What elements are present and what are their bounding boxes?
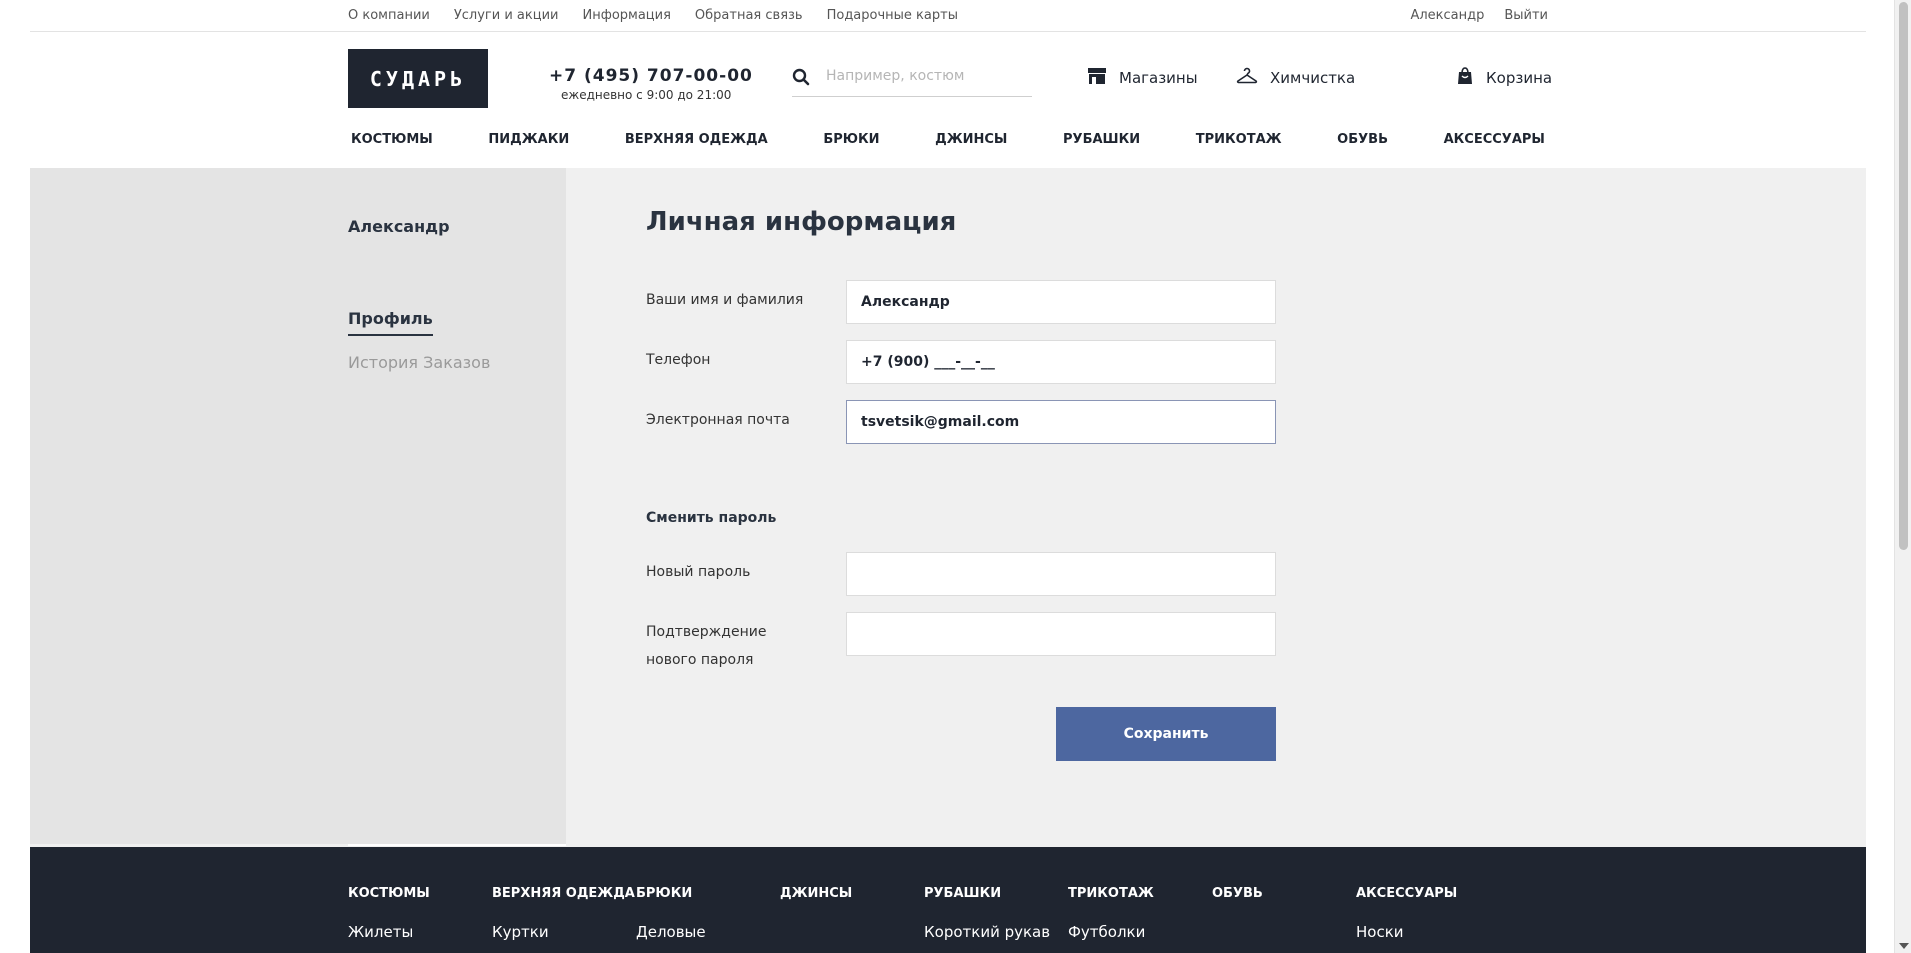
footer-heading[interactable]: ТРИКОТАЖ: [1068, 886, 1154, 901]
phone-label: Телефон: [646, 352, 711, 368]
footer-heading[interactable]: ОБУВЬ: [1212, 886, 1263, 901]
nav-item-jackets[interactable]: ПИДЖАКИ: [488, 132, 569, 147]
top-link-user[interactable]: Александр: [1410, 8, 1484, 23]
top-link-feedback[interactable]: Обратная связь: [695, 8, 803, 23]
header-hours: ежедневно с 9:00 до 21:00: [561, 88, 732, 102]
scrollbar-thumb[interactable]: [1899, 2, 1908, 550]
nav-item-shoes[interactable]: ОБУВЬ: [1337, 132, 1388, 147]
sidebar-underline: [348, 844, 566, 846]
phone-field[interactable]: [846, 340, 1276, 384]
page-title: Личная информация: [646, 207, 957, 237]
header-search: [792, 62, 1032, 97]
save-button[interactable]: Сохранить: [1056, 707, 1276, 761]
top-link-info[interactable]: Информация: [582, 8, 670, 23]
logout-link[interactable]: Выйти: [1504, 8, 1548, 23]
nav-item-shirts[interactable]: РУБАШКИ: [1063, 132, 1140, 147]
footer-link[interactable]: Жилеты: [348, 923, 430, 941]
stores-label: Магазины: [1119, 69, 1198, 87]
bag-icon: [1456, 67, 1474, 89]
footer-column-outerwear: ВЕРХНЯЯ ОДЕЖДА Куртки: [492, 886, 635, 941]
name-field[interactable]: [846, 280, 1276, 324]
footer-heading[interactable]: КОСТЮМЫ: [348, 886, 430, 901]
new-password-label: Новый пароль: [646, 564, 751, 580]
footer-link[interactable]: Короткий рукав: [924, 923, 1050, 941]
footer-column-shoes: ОБУВЬ: [1212, 886, 1263, 923]
account-sidebar: Александр Профиль История Заказов: [30, 168, 566, 844]
nav-item-trousers[interactable]: БРЮКИ: [823, 132, 879, 147]
footer-heading[interactable]: ВЕРХНЯЯ ОДЕЖДА: [492, 886, 635, 901]
footer-link[interactable]: Футболки: [1068, 923, 1154, 941]
footer-heading[interactable]: РУБАШКИ: [924, 886, 1050, 901]
nav-item-accessories[interactable]: АКСЕССУАРЫ: [1444, 132, 1545, 147]
top-link-gift-cards[interactable]: Подарочные карты: [827, 8, 958, 23]
name-label: Ваши имя и фамилия: [646, 292, 804, 308]
search-input[interactable]: [826, 64, 1026, 88]
nav-item-suits[interactable]: КОСТЮМЫ: [351, 132, 433, 147]
footer-heading[interactable]: БРЮКИ: [636, 886, 706, 901]
footer-heading[interactable]: ДЖИНСЫ: [780, 886, 852, 901]
sidebar-item-order-history[interactable]: История Заказов: [348, 353, 490, 372]
top-links-left: О компании Услуги и акции Информация Обр…: [348, 8, 958, 23]
vertical-scrollbar[interactable]: [1894, 0, 1911, 953]
nav-item-jeans[interactable]: ДЖИНСЫ: [935, 132, 1007, 147]
footer-link[interactable]: Носки: [1356, 923, 1457, 941]
footer-column-knitwear: ТРИКОТАЖ Футболки: [1068, 886, 1154, 941]
site-logo[interactable]: СУДАРЬ: [348, 49, 488, 108]
footer-heading[interactable]: АКСЕССУАРЫ: [1356, 886, 1457, 901]
footer-column-suits: КОСТЮМЫ Жилеты: [348, 886, 430, 941]
footer-link[interactable]: Деловые: [636, 923, 706, 941]
search-icon[interactable]: [792, 68, 810, 90]
confirm-password-field[interactable]: [846, 612, 1276, 656]
sidebar-item-profile[interactable]: Профиль: [348, 309, 433, 336]
footer-column-trousers: БРЮКИ Деловые: [636, 886, 706, 941]
top-link-services[interactable]: Услуги и акции: [454, 8, 559, 23]
confirm-password-label: Подтверждение нового пароля: [646, 624, 767, 668]
footer-column-shirts: РУБАШКИ Короткий рукав: [924, 886, 1050, 941]
top-link-about[interactable]: О компании: [348, 8, 430, 23]
header-phone[interactable]: +7 (495) 707-00-00: [549, 66, 753, 86]
scroll-down-arrow-icon[interactable]: [1899, 943, 1909, 949]
cart-link[interactable]: Корзина: [1456, 67, 1552, 89]
nav-item-knitwear[interactable]: ТРИКОТАЖ: [1196, 132, 1282, 147]
footer: КОСТЮМЫ Жилеты ВЕРХНЯЯ ОДЕЖДА Куртки БРЮ…: [30, 847, 1866, 953]
nav-item-outerwear[interactable]: ВЕРХНЯЯ ОДЕЖДА: [625, 132, 768, 147]
hanger-icon: [1236, 67, 1258, 89]
top-links-right: Александр Выйти: [1410, 8, 1548, 23]
top-divider: [30, 31, 1866, 32]
dry-cleaning-label: Химчистка: [1270, 69, 1356, 87]
sidebar-user-name: Александр: [348, 217, 450, 236]
change-password-heading: Сменить пароль: [646, 510, 777, 526]
email-label: Электронная почта: [646, 412, 790, 428]
new-password-field[interactable]: [846, 552, 1276, 596]
email-field[interactable]: [846, 400, 1276, 444]
footer-column-accessories: АКСЕССУАРЫ Носки: [1356, 886, 1457, 941]
stores-link[interactable]: Магазины: [1087, 67, 1198, 89]
top-links-bar: О компании Услуги и акции Информация Обр…: [348, 0, 1548, 30]
footer-link[interactable]: Куртки: [492, 923, 635, 941]
main-nav: КОСТЮМЫ ПИДЖАКИ ВЕРХНЯЯ ОДЕЖДА БРЮКИ ДЖИ…: [348, 132, 1548, 147]
dry-cleaning-link[interactable]: Химчистка: [1236, 67, 1355, 89]
cart-label: Корзина: [1486, 69, 1553, 87]
account-content: Александр Профиль История Заказов Личная…: [30, 168, 1866, 847]
footer-column-jeans: ДЖИНСЫ: [780, 886, 852, 923]
store-icon: [1087, 67, 1107, 89]
